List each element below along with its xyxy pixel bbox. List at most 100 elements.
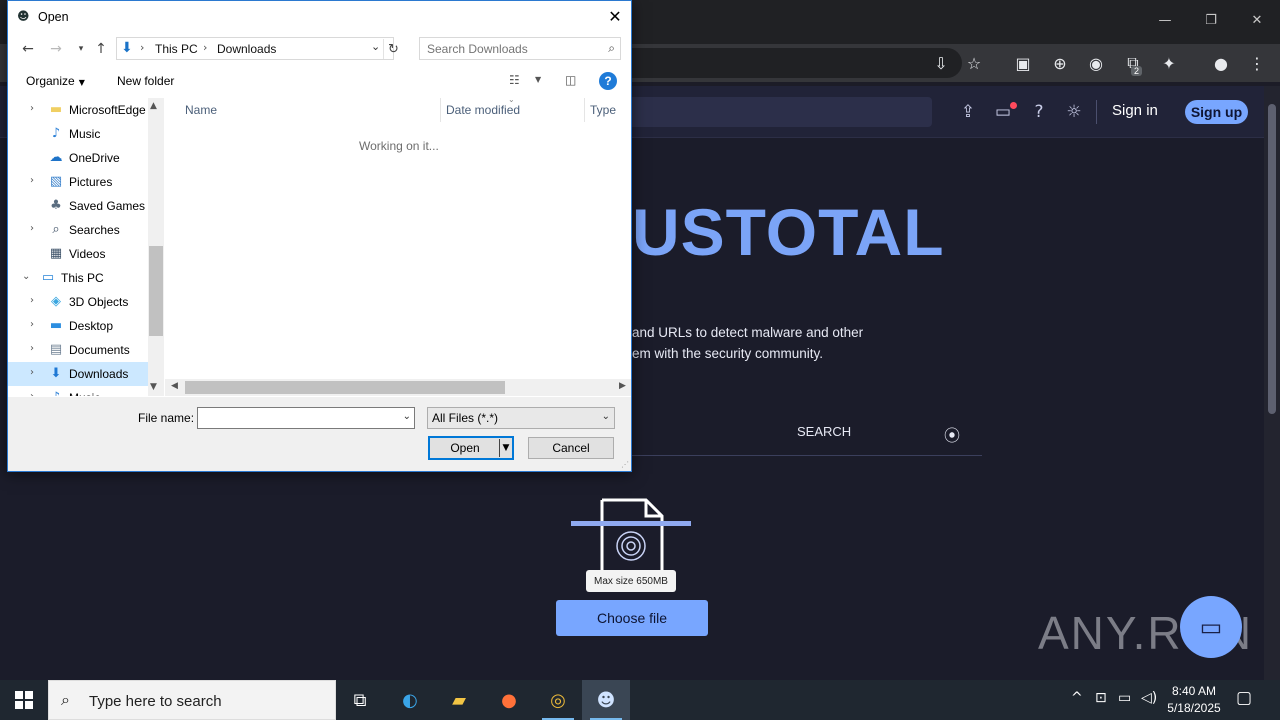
- nav-item-documents[interactable]: › ▤ Documents: [8, 338, 148, 362]
- nav-item-searches[interactable]: › ⌕ Searches: [8, 218, 148, 242]
- breadcrumb-chevron-icon[interactable]: ›: [203, 41, 207, 54]
- tree-expand-icon[interactable]: ›: [30, 319, 34, 330]
- taskbar-search-box[interactable]: ⌕ Type here to search: [48, 680, 336, 720]
- network-icon[interactable]: ▭: [1118, 690, 1131, 706]
- task-view-icon[interactable]: ⧉: [336, 680, 384, 720]
- upload-icon[interactable]: ⇪: [956, 100, 980, 124]
- notifications-icon[interactable]: ▢: [1236, 688, 1252, 708]
- organize-menu[interactable]: Organize ▼: [26, 74, 85, 88]
- address-dropdown-icon[interactable]: ⌄: [371, 40, 380, 53]
- open-button[interactable]: Open ▼: [428, 436, 514, 460]
- bookmark-star-icon[interactable]: ☆: [963, 52, 985, 74]
- firefox-icon[interactable]: ●: [485, 680, 533, 720]
- device-icon[interactable]: ⊡: [1095, 690, 1107, 706]
- nav-item-saved-games[interactable]: ♣ Saved Games: [8, 194, 148, 218]
- profile-icon[interactable]: ●: [1210, 52, 1232, 74]
- nav-item-downloads[interactable]: › ⬇ Downloads: [8, 362, 148, 386]
- address-breadcrumb[interactable]: ⬇ › This PC › Downloads ⌄ ↻: [116, 37, 399, 60]
- nav-item-pictures[interactable]: › ▧ Pictures: [8, 170, 148, 194]
- nav-item-this-pc[interactable]: ⌄ ▭ This PC: [8, 266, 148, 290]
- address-bar[interactable]: [632, 48, 962, 78]
- resize-grip-icon[interactable]: ⋰: [621, 460, 629, 469]
- navigation-pane-scrollbar[interactable]: ▲ ▼: [148, 98, 164, 396]
- extensions-menu-icon[interactable]: ✦: [1158, 52, 1180, 74]
- column-header-name[interactable]: Name: [185, 103, 217, 117]
- system-clock[interactable]: 8:40 AM 5/18/2025: [1162, 683, 1226, 717]
- vt-intelligence-icon[interactable]: ⦿: [944, 422, 960, 446]
- sign-in-link[interactable]: Sign in: [1112, 102, 1158, 119]
- file-type-filter[interactable]: All Files (*.*) ⌄: [427, 407, 615, 429]
- file-name-input[interactable]: [198, 408, 394, 428]
- chat-widget-icon[interactable]: ▭: [1180, 596, 1242, 658]
- start-button[interactable]: [0, 680, 48, 720]
- new-folder-button[interactable]: New folder: [117, 74, 174, 88]
- navigation-scroll-thumb[interactable]: [149, 246, 163, 336]
- breadcrumb-this-pc[interactable]: This PC: [155, 42, 198, 56]
- chrome-icon[interactable]: ◎: [534, 680, 582, 720]
- theme-sun-icon[interactable]: ☼: [1062, 100, 1086, 124]
- file-explorer-icon[interactable]: ▰: [435, 680, 483, 720]
- dialog-close-icon[interactable]: ✕: [601, 1, 629, 31]
- download-icon[interactable]: ⊕: [1049, 52, 1071, 74]
- more-menu-icon[interactable]: ⋮: [1246, 52, 1268, 74]
- recent-locations-chevron-icon[interactable]: ▾: [71, 39, 91, 59]
- restore-icon[interactable]: ❐: [1188, 0, 1234, 40]
- tree-expand-icon[interactable]: ›: [30, 367, 34, 378]
- nav-item-onedrive[interactable]: ☁ OneDrive: [8, 146, 148, 170]
- extension-g-icon[interactable]: ◉: [1085, 52, 1107, 74]
- column-header-date-modified[interactable]: Date modified: [446, 103, 520, 117]
- sign-up-button[interactable]: Sign up: [1185, 100, 1248, 124]
- nav-item-microsoftedge[interactable]: › ▬ MicrosoftEdge: [8, 98, 148, 122]
- tree-expand-icon[interactable]: ›: [30, 343, 34, 354]
- extension-icon[interactable]: ▣: [1012, 52, 1034, 74]
- column-header-type[interactable]: Type: [590, 103, 616, 117]
- scroll-up-icon[interactable]: ▲: [150, 101, 157, 111]
- install-app-icon[interactable]: ⇩: [930, 52, 952, 74]
- tree-expand-icon[interactable]: ›: [30, 391, 34, 396]
- tree-expand-icon[interactable]: ›: [30, 223, 34, 234]
- show-hidden-icons-icon[interactable]: ^: [1071, 690, 1083, 706]
- view-options-dropdown-icon[interactable]: ▼: [535, 75, 541, 84]
- back-arrow-icon[interactable]: ←: [18, 39, 38, 59]
- forward-arrow-icon[interactable]: →: [46, 39, 66, 59]
- help-icon[interactable]: ?: [599, 72, 617, 90]
- tree-collapse-icon[interactable]: ⌄: [22, 271, 30, 282]
- open-split-dropdown-icon[interactable]: ▼: [499, 439, 512, 457]
- nav-item-music[interactable]: ♪ Music: [8, 122, 148, 146]
- nav-item-music[interactable]: › ♪ Music: [8, 386, 148, 397]
- minimize-icon[interactable]: —: [1142, 0, 1188, 40]
- tree-expand-icon[interactable]: ›: [30, 103, 34, 114]
- tree-expand-icon[interactable]: ›: [30, 175, 34, 186]
- python-app-icon[interactable]: ☻: [582, 680, 630, 720]
- tree-expand-icon[interactable]: ›: [30, 295, 34, 306]
- close-icon[interactable]: ✕: [1234, 0, 1280, 40]
- scroll-right-icon[interactable]: ▶: [619, 381, 626, 391]
- change-view-icon[interactable]: ☷: [509, 73, 520, 87]
- preview-pane-icon[interactable]: ◫: [565, 73, 576, 87]
- file-name-dropdown-icon[interactable]: ⌄: [403, 411, 411, 422]
- volume-icon[interactable]: ◁): [1141, 690, 1157, 706]
- search-downloads-input[interactable]: [420, 38, 596, 59]
- site-search-input[interactable]: [632, 97, 932, 127]
- up-arrow-icon[interactable]: ↑: [91, 39, 111, 59]
- help-icon[interactable]: ?: [1027, 100, 1051, 124]
- nav-item-3d-objects[interactable]: › ◈ 3D Objects: [8, 290, 148, 314]
- column-separator[interactable]: [440, 98, 441, 122]
- page-scrollbar[interactable]: [1264, 86, 1280, 680]
- horizontal-scroll-thumb[interactable]: [185, 381, 505, 394]
- edge-icon[interactable]: ◐: [386, 680, 434, 720]
- page-scrollbar-thumb[interactable]: [1268, 104, 1276, 414]
- breadcrumb-chevron-icon[interactable]: ›: [140, 41, 144, 54]
- tab-search[interactable]: SEARCH: [797, 424, 851, 439]
- scroll-left-icon[interactable]: ◀: [171, 381, 178, 391]
- loading-status: Working on it...: [359, 139, 439, 153]
- column-separator[interactable]: [584, 98, 585, 122]
- nav-item-desktop[interactable]: › ▬ Desktop: [8, 314, 148, 338]
- breadcrumb-downloads[interactable]: Downloads: [217, 42, 276, 56]
- choose-file-button[interactable]: Choose file: [556, 600, 708, 636]
- scroll-down-icon[interactable]: ▼: [150, 382, 157, 392]
- cancel-button[interactable]: Cancel: [528, 437, 614, 459]
- file-list-horizontal-scrollbar[interactable]: ◀ ▶: [165, 379, 631, 396]
- refresh-icon[interactable]: ↻: [383, 39, 403, 59]
- nav-item-videos[interactable]: ▦ Videos: [8, 242, 148, 266]
